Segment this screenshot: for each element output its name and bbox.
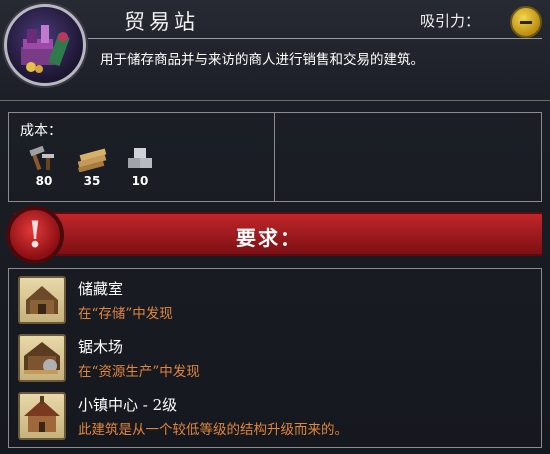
storage-room-icon [18, 276, 66, 324]
requirement-name: 锯木场 [78, 338, 124, 356]
warning-exclamation-icon: ! [6, 206, 64, 264]
wood-planks-icon [76, 146, 108, 173]
cost-divider [274, 112, 275, 202]
attraction-label: 吸引力： [420, 12, 481, 30]
requirement-detail: 此建筑是从一个较低等级的结构升级而来的。 [78, 422, 348, 438]
requirement-item: 储藏室 在“存储”中发现 [18, 276, 518, 326]
building-tooltip-panel: 贸易站 吸引力： 用于储存商品并与来访的商人进行销售和交易的建筑。 成本： 80… [0, 0, 550, 454]
resource-amount: 80 [35, 174, 53, 188]
attraction-toggle-button[interactable] [510, 6, 542, 38]
requirement-name: 小镇中心 - 2级 [78, 396, 178, 414]
requirement-item: 小镇中心 - 2级 此建筑是从一个较低等级的结构升级而来的。 [18, 392, 518, 442]
cost-label: 成本： [20, 123, 62, 139]
requirement-detail: 在“存储”中发现 [78, 306, 173, 322]
building-description: 用于储存商品并与来访的商人进行销售和交易的建筑。 [100, 52, 424, 68]
resource-amount: 10 [131, 174, 149, 188]
resource-stone: 10 [120, 146, 160, 188]
requirements-title: 要求： [236, 226, 302, 250]
sawmill-icon [18, 334, 66, 382]
minus-icon [520, 21, 532, 24]
town-center-icon [18, 392, 66, 440]
trading-post-icon [4, 4, 86, 86]
building-title: 贸易站 [124, 10, 199, 34]
hammer-tool-icon [28, 145, 60, 172]
header-divider [88, 38, 542, 39]
resource-wood: 35 [72, 146, 112, 188]
resource-tools: 80 [24, 145, 64, 188]
stone-blocks-icon [124, 146, 156, 172]
resource-amount: 35 [83, 174, 101, 188]
requirement-detail: 在“资源生产”中发现 [78, 364, 200, 380]
requirement-item: 锯木场 在“资源生产”中发现 [18, 334, 518, 384]
requirement-name: 储藏室 [78, 280, 124, 298]
